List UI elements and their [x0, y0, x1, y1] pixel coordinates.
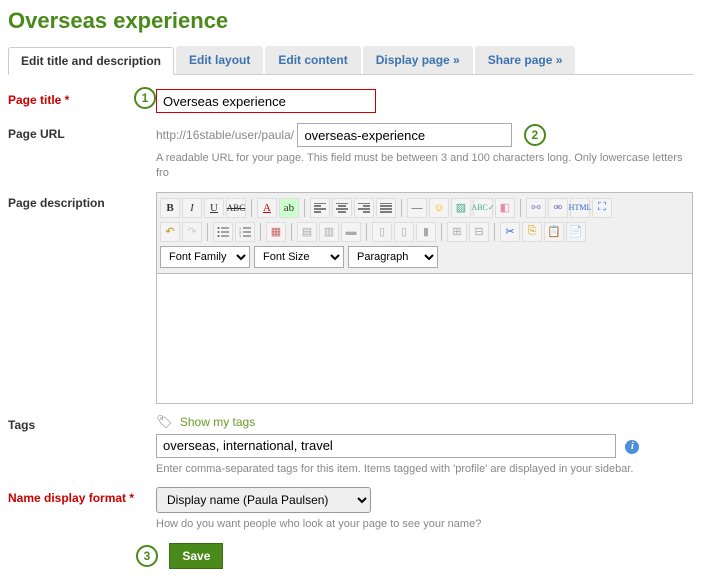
paste-word-icon[interactable]: 📄 — [566, 222, 586, 242]
tags-label: Tags — [8, 414, 156, 432]
paste-icon[interactable]: 📋 — [544, 222, 564, 242]
cut-icon[interactable]: ✂ — [500, 222, 520, 242]
eraser-icon[interactable]: ◧ — [495, 198, 515, 218]
align-center-icon[interactable] — [332, 198, 352, 218]
split-cells-icon[interactable]: ⊟ — [469, 222, 489, 242]
align-right-icon[interactable] — [354, 198, 374, 218]
url-hint: A readable URL for your page. This field… — [156, 151, 693, 182]
align-justify-icon[interactable] — [376, 198, 396, 218]
font-size-select[interactable]: Font Size — [254, 246, 344, 268]
undo-icon[interactable]: ↶ — [160, 222, 180, 242]
info-icon[interactable]: i — [625, 440, 639, 454]
name-format-hint: How do you want people who look at your … — [156, 517, 693, 532]
text-color-icon[interactable]: A — [257, 198, 277, 218]
strikethrough-icon[interactable]: ABC — [226, 198, 246, 218]
tab-share-page[interactable]: Share page » — [475, 46, 576, 74]
bold-icon[interactable]: B — [160, 198, 180, 218]
col-before-icon[interactable]: ▯ — [372, 222, 392, 242]
fullscreen-icon[interactable]: ⛶ — [592, 198, 612, 218]
merge-cells-icon[interactable]: ⊞ — [447, 222, 467, 242]
url-prefix: http://16stable/user/paula/ — [156, 128, 294, 142]
badge-3: 3 — [136, 545, 158, 567]
table-icon[interactable]: ▦ — [266, 222, 286, 242]
svg-text:3: 3 — [239, 234, 241, 237]
description-editor[interactable] — [156, 274, 693, 404]
tab-bar: Edit title and description Edit layout E… — [8, 46, 693, 75]
font-family-select[interactable]: Font Family — [160, 246, 250, 268]
tab-edit-layout[interactable]: Edit layout — [176, 46, 263, 74]
copy-icon[interactable]: ⎘ — [522, 222, 542, 242]
page-heading: Overseas experience — [8, 8, 693, 34]
page-description-label: Page description — [8, 192, 156, 210]
unlink-icon[interactable]: ⚮ — [548, 198, 568, 218]
page-url-label: Page URL — [8, 123, 156, 141]
italic-icon[interactable]: I — [182, 198, 202, 218]
tag-icon: 🏷 — [156, 414, 173, 429]
tab-display-page[interactable]: Display page » — [363, 46, 473, 74]
tags-hint: Enter comma-separated tags for this item… — [156, 462, 693, 477]
paragraph-select[interactable]: Paragraph — [348, 246, 438, 268]
link-icon[interactable]: ⚯ — [526, 198, 546, 218]
row-before-icon[interactable]: ▤ — [297, 222, 317, 242]
name-format-select[interactable]: Display name (Paula Paulsen) — [156, 487, 371, 513]
badge-1: 1 — [134, 87, 156, 109]
tags-input[interactable] — [156, 434, 616, 458]
page-title-input[interactable] — [156, 89, 376, 113]
number-list-icon[interactable]: 123 — [235, 222, 255, 242]
hr-icon[interactable]: — — [407, 198, 427, 218]
page-url-input[interactable] — [297, 123, 512, 147]
bullet-list-icon[interactable] — [213, 222, 233, 242]
emoji-icon[interactable]: ☺ — [429, 198, 449, 218]
image-icon[interactable]: ▨ — [451, 198, 471, 218]
underline-icon[interactable]: U — [204, 198, 224, 218]
col-after-icon[interactable]: ▯ — [394, 222, 414, 242]
name-format-label: Name display format * — [8, 487, 156, 505]
row-delete-icon[interactable]: ▬ — [341, 222, 361, 242]
tab-edit-title[interactable]: Edit title and description — [8, 47, 174, 75]
row-after-icon[interactable]: ▥ — [319, 222, 339, 242]
col-delete-icon[interactable]: ▮ — [416, 222, 436, 242]
spellcheck-icon[interactable]: ABC✓ — [473, 198, 493, 218]
save-button[interactable]: Save — [169, 543, 223, 569]
html-icon[interactable]: HTML — [570, 198, 590, 218]
editor-toolbar: B I U ABC A ab — ☺ ▨ ABC✓ ◧ ⚯ ⚮ — [156, 192, 693, 274]
align-left-icon[interactable] — [310, 198, 330, 218]
redo-icon[interactable]: ↷ — [182, 222, 202, 242]
show-my-tags-link[interactable]: Show my tags — [180, 415, 255, 429]
badge-2: 2 — [524, 124, 546, 146]
tab-edit-content[interactable]: Edit content — [265, 46, 360, 74]
highlight-icon[interactable]: ab — [279, 198, 299, 218]
